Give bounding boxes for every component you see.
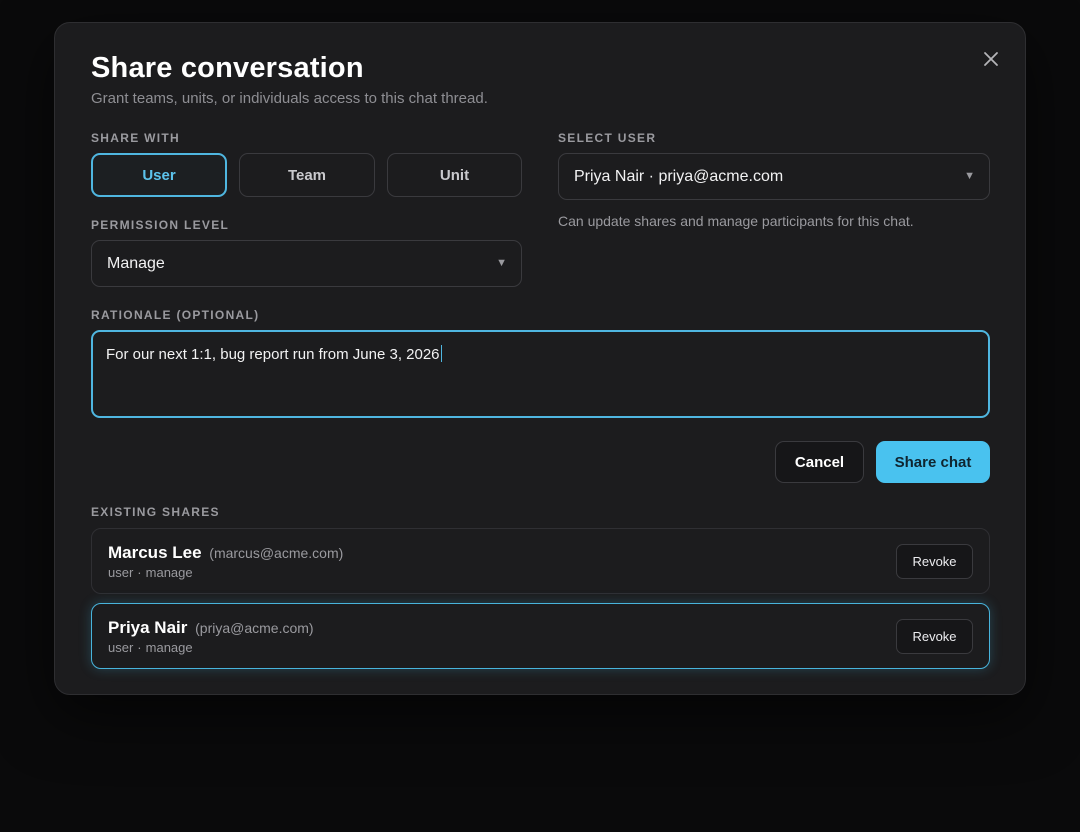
permission-helper-text: Can update shares and manage participant… bbox=[558, 213, 914, 229]
share-with-label: SHARE WITH bbox=[91, 131, 180, 145]
share-email: (marcus@acme.com) bbox=[209, 545, 344, 561]
share-row: Marcus Lee (marcus@acme.com) user · manage… bbox=[91, 528, 990, 594]
share-name-text: Marcus Lee bbox=[108, 543, 202, 562]
select-user-dropdown[interactable]: Priya Nair · priya@acme.com ▼ bbox=[558, 153, 990, 200]
permission-level-label: PERMISSION LEVEL bbox=[91, 218, 230, 232]
share-chat-button[interactable]: Share chat bbox=[876, 441, 990, 483]
revoke-button[interactable]: Revoke bbox=[896, 619, 973, 654]
permission-level-value: Manage bbox=[107, 254, 165, 272]
select-user-label: SELECT USER bbox=[558, 131, 657, 145]
rationale-label: RATIONALE (OPTIONAL) bbox=[91, 308, 260, 322]
revoke-button[interactable]: Revoke bbox=[896, 544, 973, 579]
share-entry-name: Marcus Lee (marcus@acme.com) bbox=[108, 543, 343, 563]
chevron-down-icon: ▼ bbox=[964, 170, 975, 182]
share-level: manage bbox=[145, 640, 193, 655]
share-meta: user · manage bbox=[108, 565, 193, 580]
existing-shares-label: EXISTING SHARES bbox=[91, 505, 220, 519]
share-row: Priya Nair (priya@acme.com) user · manage … bbox=[91, 603, 990, 669]
share-with-user-option[interactable]: User bbox=[91, 153, 227, 197]
permission-level-dropdown[interactable]: Manage ▼ bbox=[91, 240, 522, 287]
cancel-button[interactable]: Cancel bbox=[775, 441, 864, 483]
share-with-team-option[interactable]: Team bbox=[239, 153, 375, 197]
text-cursor bbox=[440, 345, 443, 362]
share-level: manage bbox=[145, 565, 193, 580]
share-type: user bbox=[108, 640, 134, 655]
share-name-text: Priya Nair bbox=[108, 618, 188, 637]
close-icon[interactable] bbox=[979, 47, 1003, 71]
dialog-title: Share conversation bbox=[91, 52, 364, 84]
share-dialog: Share conversation Grant teams, units, o… bbox=[54, 22, 1026, 695]
rationale-text: For our next 1:1, bug report run from Ju… bbox=[106, 346, 440, 363]
chevron-down-icon: ▼ bbox=[496, 257, 507, 269]
share-entry-name: Priya Nair (priya@acme.com) bbox=[108, 618, 314, 638]
rationale-textarea[interactable]: For our next 1:1, bug report run from Ju… bbox=[91, 330, 990, 418]
share-meta: user · manage bbox=[108, 640, 193, 655]
share-type: user bbox=[108, 565, 134, 580]
select-user-value: Priya Nair · priya@acme.com bbox=[574, 167, 784, 185]
dialog-subtitle: Grant teams, units, or individuals acces… bbox=[91, 90, 488, 107]
share-with-unit-option[interactable]: Unit bbox=[387, 153, 522, 197]
share-email: (priya@acme.com) bbox=[195, 620, 314, 636]
